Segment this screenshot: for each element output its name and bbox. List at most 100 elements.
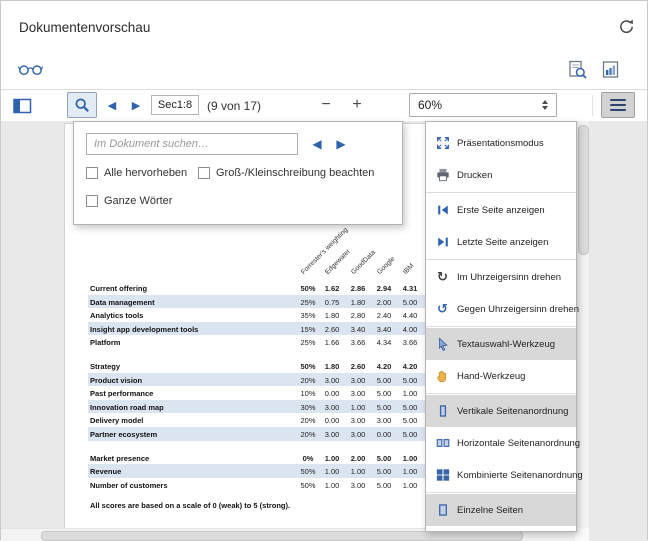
sidebar-toggle-button[interactable] — [11, 97, 33, 115]
table-row: Data management25%0.751.802.005.003.503.… — [88, 295, 472, 309]
table-row: Past performance10%0.003.005.001.005.003… — [88, 386, 472, 400]
refresh-button[interactable] — [613, 13, 639, 39]
page-number-input[interactable] — [151, 95, 199, 115]
menu-item-label: Einzelne Seiten — [457, 505, 523, 516]
menu-item-einzelne-seiten[interactable]: Einzelne Seiten — [426, 494, 576, 526]
menu-item-drucken[interactable]: Drucken — [426, 159, 576, 191]
menu-item-textauswahl-werkzeug[interactable]: Textauswahl-Werkzeug — [426, 328, 576, 360]
table-score-cell: 3.00 — [345, 430, 371, 439]
checkbox[interactable] — [198, 167, 210, 179]
table-row-label: Platform — [90, 338, 120, 347]
table-score-cell: 0.00 — [319, 416, 345, 425]
checkbox[interactable] — [86, 195, 98, 207]
table-row-label: Current offering — [90, 284, 147, 293]
menu-divider — [426, 492, 576, 493]
search-option-gro-kleinschreibung-beachten: Groß-/Kleinschreibung beachten — [198, 167, 374, 179]
print-icon — [435, 168, 450, 183]
table-score-cell: 3.00 — [345, 389, 371, 398]
table-row: Strategy50%1.802.604.204.203.803.00 — [88, 359, 472, 373]
menu-item-label: Letzte Seite anzeigen — [457, 237, 548, 248]
hamburger-icon — [610, 97, 626, 113]
zoom-level-value: 60% — [418, 98, 542, 112]
menu-item-im-uhrzeigersinn-drehen[interactable]: ↻Im Uhrzeigersinn drehen — [426, 261, 576, 293]
table-row-label: Analytics tools — [90, 311, 143, 320]
table-score-cell: 1.00 — [397, 467, 423, 476]
previous-page-button[interactable]: ◀ — [102, 96, 122, 114]
combined-pages-icon — [435, 468, 450, 483]
search-button[interactable] — [67, 92, 97, 118]
vertical-pages-icon — [435, 404, 450, 419]
table-score-cell: 1.80 — [345, 298, 371, 307]
table-score-cell: 4.00 — [397, 325, 423, 334]
table-score-cell: 2.00 — [371, 298, 397, 307]
table-score-cell: 2.60 — [319, 325, 345, 334]
view-menu-button[interactable] — [601, 92, 635, 118]
glasses-icon — [18, 62, 43, 76]
table-score-cell: 2.80 — [345, 311, 371, 320]
table-score-cell: 4.40 — [397, 311, 423, 320]
zoom-out-button[interactable]: − — [314, 94, 338, 116]
menu-item-pr-sentationsmodus[interactable]: Präsentationsmodus — [426, 127, 576, 159]
table-score-cell: 2.86 — [345, 284, 371, 293]
table-score-cell: 3.66 — [345, 338, 371, 347]
table-score-cell: 2.94 — [371, 284, 397, 293]
table-score-cell: 3.00 — [345, 416, 371, 425]
table-score-cell: 1.80 — [319, 311, 345, 320]
table-score-cell: 5.00 — [397, 403, 423, 412]
magnify-preview-button[interactable] — [565, 57, 589, 81]
table-row: Market presence0%1.002.005.001.003.003.0… — [88, 451, 472, 465]
table-row: Innovation road map30%3.001.005.005.001.… — [88, 400, 472, 414]
table-row-label: Delivery model — [90, 416, 143, 425]
table-row: Revenue50%1.001.005.001.005.003.00 — [88, 464, 472, 478]
rotate-counterclockwise-icon: ↺ — [435, 302, 450, 317]
menu-item-label: Horizontale Seitenanordnung — [457, 438, 580, 449]
table-row-label: Data management — [90, 298, 155, 307]
menu-item-hand-werkzeug[interactable]: Hand-Werkzeug — [426, 360, 576, 392]
table-score-cell: 3.40 — [371, 325, 397, 334]
scrollbar-corner — [575, 528, 589, 541]
reading-mode-button[interactable] — [16, 60, 44, 78]
checkbox-label: Groß-/Kleinschreibung beachten — [216, 167, 374, 179]
menu-item-gegen-uhrzeigersinn-drehen[interactable]: ↺Gegen Uhrzeigersinn drehen — [426, 293, 576, 325]
text-select-icon — [435, 337, 450, 352]
find-previous-icon: ◀ — [312, 138, 321, 150]
table-row-label: Innovation road map — [90, 403, 164, 412]
table-score-cell: 1.00 — [345, 403, 371, 412]
table-score-cell: 5.00 — [371, 389, 397, 398]
menu-item-letzte-seite-anzeigen[interactable]: Letzte Seite anzeigen — [426, 226, 576, 258]
table-footnote: All scores are based on a scale of 0 (we… — [90, 501, 290, 510]
menu-item-kombinierte-seitenanordnung[interactable]: Kombinierte Seitenanordnung — [426, 459, 576, 491]
table-score-cell: 3.66 — [397, 338, 423, 347]
search-option-ganze-w-rter: Ganze Wörter — [86, 195, 172, 207]
table-column-header: Google — [376, 256, 396, 276]
export-page-button[interactable] — [598, 57, 622, 81]
zoom-stepper-icon — [542, 100, 548, 110]
checkbox-label: Ganze Wörter — [104, 195, 172, 207]
next-page-button[interactable]: ▶ — [126, 96, 146, 114]
menu-item-erste-seite-anzeigen[interactable]: Erste Seite anzeigen — [426, 194, 576, 226]
table-score-cell: 5.00 — [397, 298, 423, 307]
menu-item-label: Drucken — [457, 170, 492, 181]
next-page-icon: ▶ — [132, 100, 140, 111]
table-row: Number of customers50%1.003.005.001.005.… — [88, 478, 472, 492]
zoom-level-select[interactable]: 60% — [409, 93, 557, 117]
checkbox[interactable] — [86, 167, 98, 179]
table-row: Current offering50%1.622.862.944.313.822… — [88, 281, 472, 295]
table-score-cell: 3.00 — [345, 481, 371, 490]
menu-item-label: Hand-Werkzeug — [457, 371, 525, 382]
find-previous-button[interactable]: ◀ — [307, 134, 327, 154]
table-score-cell: 1.66 — [319, 338, 345, 347]
menu-item-vertikale-seitenanordnung[interactable]: Vertikale Seitenanordnung — [426, 395, 576, 427]
table-score-cell: 4.20 — [371, 362, 397, 371]
menu-item-horizontale-seitenanordnung[interactable]: Horizontale Seitenanordnung — [426, 427, 576, 459]
vertical-scrollbar-thumb[interactable] — [578, 125, 589, 255]
menu-divider — [426, 192, 576, 193]
table-score-cell: 5.00 — [371, 376, 397, 385]
find-next-button[interactable]: ▶ — [331, 134, 351, 154]
table-score-cell: 0.00 — [319, 389, 345, 398]
search-input[interactable] — [86, 133, 298, 155]
table-score-cell: 1.62 — [319, 284, 345, 293]
find-next-icon: ▶ — [336, 138, 345, 150]
table-spacer — [88, 349, 472, 359]
zoom-in-button[interactable]: + — [345, 94, 369, 116]
